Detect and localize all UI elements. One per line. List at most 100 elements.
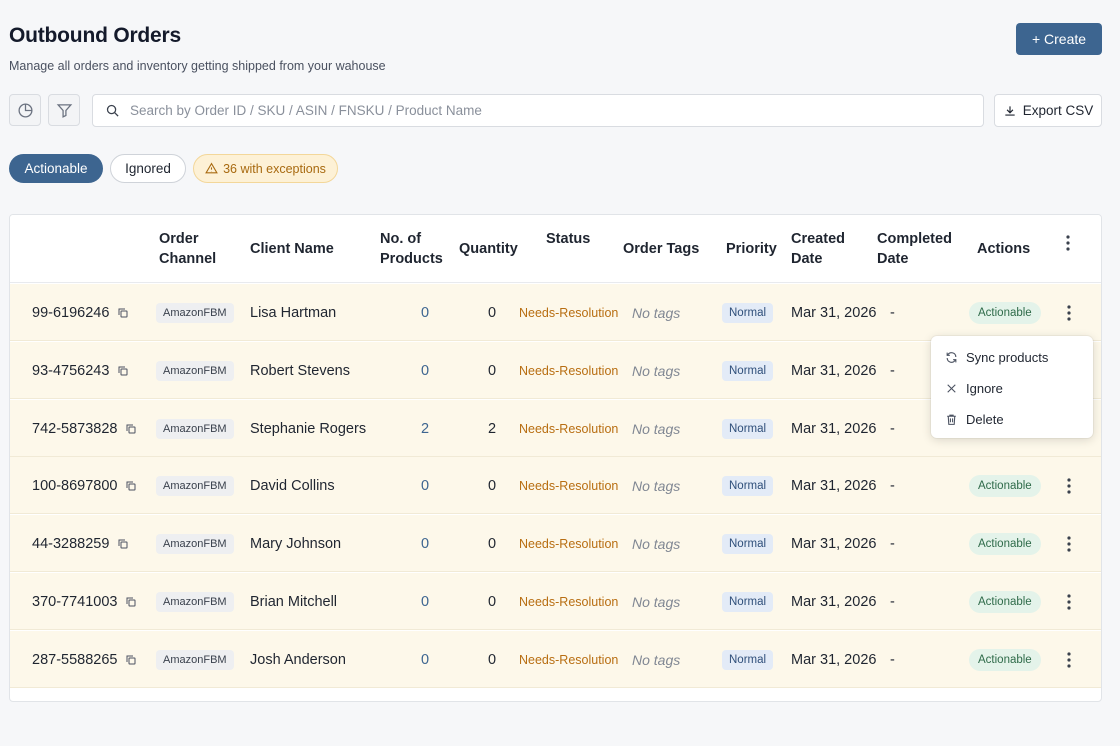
exceptions-chip[interactable]: 36 with exceptions [193, 154, 338, 183]
table-row[interactable]: 100-8697800 AmazonFBM David Collins 0 0 Needs… [10, 457, 1101, 514]
order-id[interactable]: 370-7741003 [32, 594, 117, 610]
copy-order-id-button[interactable] [117, 538, 129, 550]
order-tags: No tags [632, 535, 681, 552]
copy-order-id-button[interactable] [125, 596, 137, 608]
order-id[interactable]: 100-8697800 [32, 478, 117, 494]
table-row[interactable]: 44-3288259 AmazonFBM Mary Johnson 0 0 Needs-R… [10, 515, 1101, 572]
table-row[interactable]: 370-7741003 AmazonFBM Brian Mitchell 0 0 Need… [10, 573, 1101, 630]
order-tags: No tags [632, 651, 681, 668]
products-count-link[interactable]: 0 [421, 305, 429, 321]
search-input[interactable] [130, 103, 950, 118]
products-count-link[interactable]: 0 [421, 478, 429, 494]
copy-icon [126, 597, 136, 606]
column-header-actions: Actions [977, 241, 1031, 257]
column-header-created[interactable]: Created Date [791, 229, 861, 269]
order-id[interactable]: 99-6196246 [32, 305, 109, 321]
column-header-quantity[interactable]: Quantity [459, 239, 518, 259]
status-text: Needs-Resolution [519, 594, 619, 609]
client-name: Mary Johnson [250, 535, 342, 552]
completed-date: - [890, 477, 895, 494]
action-status-badge[interactable]: Actionable [969, 301, 1041, 324]
download-icon [1005, 105, 1015, 116]
refresh-icon [946, 352, 957, 363]
trash-icon [947, 414, 956, 425]
column-header-status[interactable]: Status [546, 229, 590, 249]
action-status-badge[interactable]: Actionable [969, 648, 1041, 671]
table-row[interactable]: 287-5588265 AmazonFBM Josh Anderson 0 0 Needs… [10, 631, 1101, 688]
column-header-priority[interactable]: Priority [726, 239, 777, 259]
products-count-link[interactable]: 0 [421, 363, 429, 379]
column-header-channel[interactable]: Order Channel [159, 229, 239, 269]
priority-badge: Normal [722, 302, 774, 323]
order-id[interactable]: 93-4756243 [32, 363, 109, 379]
status-text: Needs-Resolution [519, 536, 619, 551]
quantity-value: 0 [487, 477, 497, 494]
action-status-badge[interactable]: Actionable [969, 474, 1041, 497]
tab-ignored[interactable]: Ignored [110, 154, 186, 183]
order-id[interactable]: 287-5588265 [32, 652, 117, 668]
copy-order-id-button[interactable] [117, 365, 129, 377]
copy-icon [118, 539, 128, 548]
status-text: Needs-Resolution [519, 305, 619, 320]
export-csv-button[interactable]: Export CSV [994, 94, 1102, 127]
column-header-client[interactable]: Client Name [250, 239, 334, 259]
create-button[interactable]: + Create [1016, 23, 1102, 55]
completed-date: - [890, 304, 895, 321]
menu-item-label: Delete [966, 412, 1004, 427]
table-row[interactable]: 99-6196246 AmazonFBM Lisa Hartman 0 0 Needs-R… [10, 284, 1101, 341]
priority-badge: Normal [722, 360, 774, 381]
menu-item-label: Ignore [966, 381, 1003, 396]
more-vertical-icon [1067, 477, 1071, 494]
completed-date: - [890, 420, 895, 437]
quantity-value: 0 [487, 304, 497, 321]
menu-item-ignore[interactable]: Ignore [931, 373, 1093, 404]
products-count-link[interactable]: 0 [421, 594, 429, 610]
menu-item-sync-products[interactable]: Sync products [931, 342, 1093, 373]
created-date: Mar 31, 2026 [791, 651, 877, 668]
products-count-link[interactable]: 0 [421, 652, 429, 668]
order-tags: No tags [632, 477, 681, 494]
channel-badge: AmazonFBM [156, 302, 234, 323]
created-date: Mar 31, 2026 [791, 593, 877, 610]
column-header-products[interactable]: No. of Products [380, 229, 450, 269]
pie-chart-icon [17, 102, 33, 118]
priority-badge: Normal [722, 591, 774, 612]
tab-actionable[interactable]: Actionable [9, 154, 103, 183]
row-menu-button[interactable] [1061, 573, 1077, 630]
column-header-completed[interactable]: Completed Date [877, 229, 967, 269]
copy-order-id-button[interactable] [125, 423, 137, 435]
row-menu-button[interactable] [1061, 515, 1077, 572]
client-name: Brian Mitchell [250, 593, 338, 610]
action-status-badge[interactable]: Actionable [969, 590, 1041, 613]
created-date: Mar 31, 2026 [791, 477, 877, 494]
action-status-badge[interactable]: Actionable [969, 532, 1041, 555]
order-id[interactable]: 742-5873828 [32, 421, 117, 437]
created-date: Mar 31, 2026 [791, 362, 877, 379]
column-header-tags[interactable]: Order Tags [623, 239, 699, 259]
priority-badge: Normal [722, 533, 774, 554]
close-icon [947, 384, 956, 393]
search-box [92, 94, 984, 127]
row-menu-button[interactable] [1061, 631, 1077, 688]
order-id[interactable]: 44-3288259 [32, 536, 109, 552]
orders-table: Order Channel Client Name No. of Product… [9, 214, 1102, 702]
copy-order-id-button[interactable] [125, 480, 137, 492]
row-menu-button[interactable] [1061, 284, 1077, 341]
chart-view-button[interactable] [9, 94, 41, 126]
products-count-link[interactable]: 0 [421, 536, 429, 552]
filter-button[interactable] [48, 94, 80, 126]
menu-item-delete[interactable]: Delete [931, 404, 1093, 435]
table-menu-button[interactable] [1060, 235, 1076, 251]
copy-order-id-button[interactable] [117, 307, 129, 319]
filter-icon [56, 103, 72, 118]
copy-order-id-button[interactable] [125, 654, 137, 666]
completed-date: - [890, 651, 895, 668]
more-vertical-icon [1066, 235, 1070, 251]
products-count-link[interactable]: 2 [421, 421, 429, 437]
copy-icon [126, 424, 136, 433]
row-menu-button[interactable] [1061, 457, 1077, 514]
client-name: Lisa Hartman [250, 304, 337, 321]
client-name: Stephanie Rogers [250, 420, 367, 437]
order-tags: No tags [632, 362, 681, 379]
channel-badge: AmazonFBM [156, 649, 234, 670]
